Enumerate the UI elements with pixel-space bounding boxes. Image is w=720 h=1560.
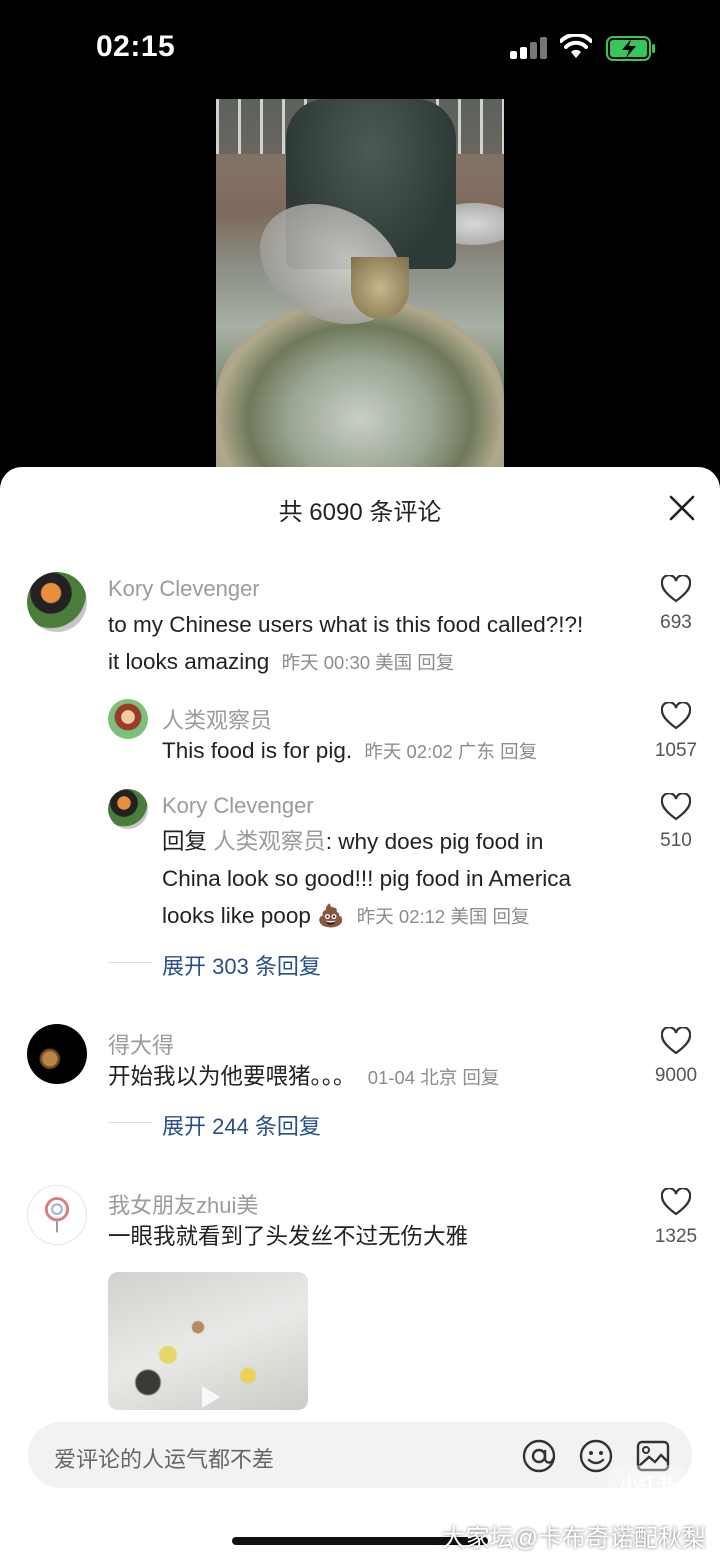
reply-text: This food is for pig. 昨天 02:02 广东 回复 (162, 732, 537, 770)
reply-author[interactable]: Kory Clevenger (162, 793, 314, 819)
avatar[interactable] (108, 789, 148, 829)
reply-mention[interactable]: 人类观察员 (213, 829, 326, 854)
expand-replies-button[interactable]: 展开 244 条回复 (162, 1109, 321, 1141)
signal-icon (510, 37, 548, 59)
heart-icon[interactable] (661, 1188, 691, 1216)
comment-text: 开始我以为他要喂猪。。。 01-04 北京 回复 (108, 1058, 499, 1096)
comment-text-line: it looks amazing (108, 649, 270, 674)
comment-text-line: 开始我以为他要喂猪。。。 (108, 1064, 356, 1089)
comment-meta[interactable]: 昨天 00:30 美国 回复 (282, 652, 455, 673)
avatar[interactable] (27, 1024, 87, 1084)
reply-text: 回复 人类观察员: why does pig food in (162, 823, 543, 860)
comment-text: it looks amazing 昨天 00:30 美国 回复 (108, 643, 454, 681)
avatar[interactable] (27, 1185, 87, 1245)
status-time: 02:15 (96, 30, 176, 63)
reply-meta[interactable]: 昨天 02:12 美国 回复 (357, 906, 530, 927)
like-count: 510 (660, 830, 692, 851)
reply-author[interactable]: 人类观察员 (162, 703, 272, 735)
reply-text-line: looks like poop (162, 903, 311, 928)
heart-icon[interactable] (661, 575, 691, 603)
comment-author[interactable]: Kory Clevenger (108, 576, 260, 602)
avatar[interactable] (108, 699, 148, 739)
heart-icon[interactable] (661, 793, 691, 821)
like-count: 9000 (654, 1065, 698, 1086)
expand-replies-button[interactable]: 展开 303 条回复 (162, 949, 321, 981)
heart-icon[interactable] (661, 1027, 691, 1055)
watermark-text: 大家坛@卡布奇诺配秋梨 (441, 1525, 706, 1552)
video-player[interactable] (216, 99, 504, 479)
video-wok (216, 299, 504, 479)
avatar[interactable] (27, 572, 87, 632)
comment-meta[interactable]: 01-04 北京 回复 (368, 1067, 500, 1088)
video-bowl (351, 257, 409, 319)
comment-author[interactable]: 得大得 (108, 1028, 174, 1060)
reply-meta[interactable]: 昨天 02:02 广东 回复 (364, 741, 537, 762)
play-icon (202, 1386, 220, 1408)
expand-divider (108, 962, 152, 963)
comment-author[interactable]: 我女朋友zhui美 (108, 1188, 258, 1220)
battery-charging-icon (606, 36, 655, 61)
heart-icon[interactable] (661, 702, 691, 730)
poop-emoji-icon: 💩 (317, 903, 345, 928)
comment-text: to my Chinese users what is this food ca… (108, 612, 584, 637)
reply-text: looks like poop 💩 昨天 02:12 美国 回复 (162, 897, 530, 935)
reply-prefix: 回复 (162, 829, 208, 854)
watermark-logo: 小红书 (608, 1465, 686, 1503)
at-icon[interactable] (521, 1438, 557, 1474)
close-icon[interactable] (668, 494, 696, 522)
reply-text-line: This food is for pig. (162, 738, 353, 763)
like-count: 1057 (654, 740, 698, 761)
comment-image-thumbnail[interactable] (108, 1272, 308, 1410)
reply-text-line: : why does pig food in (325, 829, 544, 854)
like-count: 693 (660, 612, 692, 633)
expand-divider (108, 1122, 152, 1123)
comment-input-placeholder: 爱评论的人运气都不差 (54, 1447, 275, 1472)
emoji-icon[interactable] (578, 1438, 614, 1474)
comment-text: 一眼我就看到了头发丝不过无伤大雅 (108, 1224, 469, 1249)
reply-text-line: China look so good!!! pig food in Americ… (162, 866, 571, 891)
lollipop-avatar-icon (44, 1197, 70, 1233)
wifi-icon (560, 34, 592, 58)
like-count: 1325 (654, 1226, 698, 1247)
comment-count-title: 共 6090 条评论 (278, 499, 442, 526)
